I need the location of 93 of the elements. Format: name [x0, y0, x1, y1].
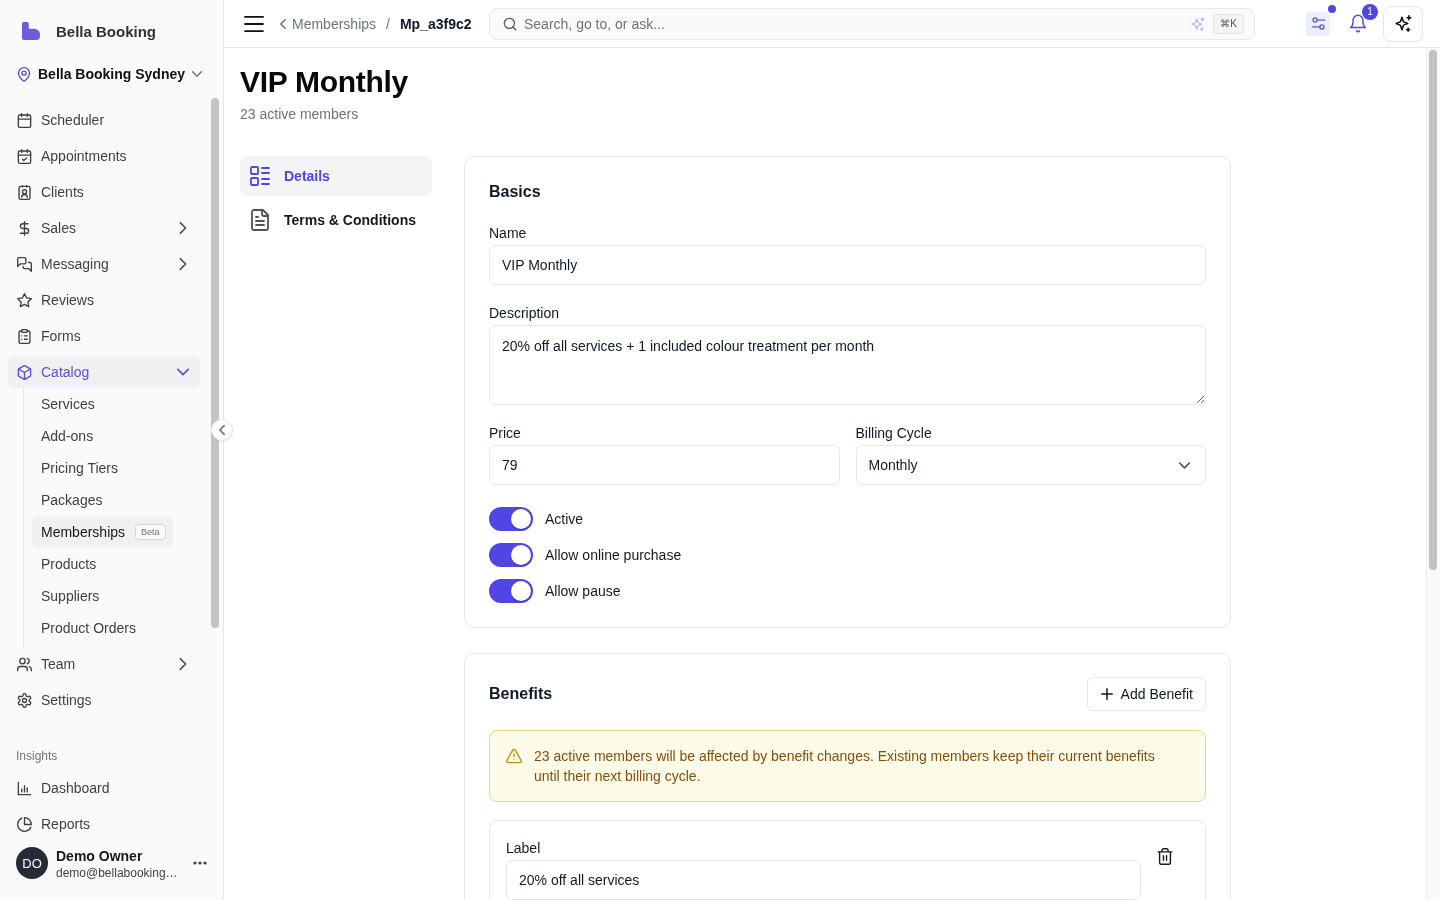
- toggle-switch[interactable]: [489, 507, 533, 531]
- collapse-sidebar-button[interactable]: [211, 419, 233, 441]
- toggle-label: Active: [545, 511, 584, 527]
- submenu-item[interactable]: Products: [32, 548, 104, 580]
- chat-bubbles-icon: [17, 256, 32, 272]
- benefit-label-field[interactable]: 20% off all services: [506, 860, 1141, 900]
- chevron-down-icon: [1179, 459, 1190, 471]
- scrollbar-thumb[interactable]: [1429, 50, 1437, 570]
- breadcrumb-current: Mp_a3f9c2: [399, 15, 472, 32]
- location-selector[interactable]: Bella Booking Sydney: [8, 56, 204, 92]
- notification-count: 1: [1362, 3, 1378, 20]
- nav-item[interactable]: Settings: [8, 684, 200, 716]
- menu-icon: [244, 15, 264, 32]
- description-field[interactable]: 20% off all services + 1 included colour treatment per month: [489, 325, 1206, 405]
- plus-icon: [1100, 688, 1113, 700]
- submenu-item[interactable]: Memberships Beta: [32, 516, 173, 548]
- toggle-switch[interactable]: [489, 543, 533, 567]
- nav-item[interactable]: Reviews: [8, 284, 200, 316]
- price-field[interactable]: 79: [489, 445, 840, 485]
- chevron-left-icon: [280, 18, 286, 29]
- breadcrumb-separator: /: [386, 15, 390, 32]
- toggle-label: Allow pause: [545, 583, 621, 599]
- submenu-item[interactable]: Suppliers: [32, 580, 107, 612]
- toggle-switch[interactable]: [489, 579, 533, 603]
- submenu-item[interactable]: Product Orders: [32, 612, 143, 644]
- nav-item[interactable]: Messaging: [8, 248, 200, 280]
- trash-icon: [1157, 848, 1173, 865]
- delete-benefit-button[interactable]: [1157, 848, 1173, 864]
- user-email: demo@bellabooking…: [56, 865, 178, 881]
- users-icon: [17, 656, 32, 672]
- search-icon: [503, 16, 517, 31]
- nav-item[interactable]: Clients: [8, 176, 200, 208]
- nav-item[interactable]: Scheduler: [8, 104, 200, 136]
- scrollbar-thumb[interactable]: [211, 98, 219, 628]
- submenu-item[interactable]: Packages: [32, 484, 110, 516]
- card-title: Basics: [489, 182, 541, 202]
- bell-icon: [1349, 14, 1367, 33]
- chevron-left-icon: [219, 425, 225, 435]
- user-name: Demo Owner: [56, 848, 143, 865]
- page-subtitle: 23 active members: [240, 105, 359, 124]
- details-list-icon: [249, 165, 271, 187]
- card-title: Benefits: [489, 684, 553, 704]
- brand-name: Bella Booking: [56, 22, 156, 40]
- submenu-item[interactable]: Services: [32, 388, 102, 420]
- field-label: Billing Cycle: [855, 424, 932, 443]
- side-tab[interactable]: Terms & Conditions: [240, 200, 432, 240]
- side-tab[interactable]: Details: [240, 156, 432, 196]
- box-icon: [17, 364, 32, 380]
- menu-button[interactable]: [244, 15, 264, 32]
- sparkles-icon: [1191, 16, 1205, 31]
- more-icon: [193, 861, 207, 865]
- page-title: VIP Monthly: [240, 64, 408, 100]
- nav-item[interactable]: Sales: [8, 212, 200, 244]
- nav-item[interactable]: Forms: [8, 320, 200, 352]
- warning-text: 23 active members will be affected by benefit changes. Existing members keep their current benefits until their next billing cycle.: [534, 747, 1156, 786]
- nav-item[interactable]: Dashboard: [8, 772, 200, 804]
- document-icon: [249, 209, 271, 231]
- nav-item[interactable]: Team: [8, 648, 200, 680]
- ai-assistant-button[interactable]: [1383, 5, 1423, 42]
- field-label: Name: [489, 224, 527, 243]
- dollar-icon: [17, 220, 32, 236]
- name-field[interactable]: VIP Monthly: [489, 245, 1206, 285]
- pie-chart-icon: [17, 816, 32, 832]
- nav-item[interactable]: Reports: [8, 808, 200, 840]
- settings-icon: [17, 692, 32, 708]
- user-avatar: DO: [16, 847, 48, 879]
- add-benefit-button[interactable]: Add Benefit: [1086, 677, 1206, 711]
- section-heading: Insights: [15, 748, 59, 764]
- field-label: Description: [489, 304, 560, 323]
- contact-card-icon: [17, 184, 32, 200]
- star-icon: [17, 292, 32, 308]
- nav-item[interactable]: Appointments: [8, 140, 200, 172]
- field-label: Label: [506, 839, 541, 858]
- map-pin-icon: [17, 66, 31, 82]
- calendar-check-icon: [17, 148, 32, 164]
- sparkles-icon: [1394, 15, 1412, 32]
- billing-cycle-select[interactable]: Monthly: [855, 445, 1206, 485]
- field-label: Price: [489, 424, 521, 443]
- nav-item[interactable]: Catalog: [8, 356, 200, 388]
- bar-chart-icon: [17, 780, 32, 796]
- submenu-item[interactable]: Add-ons: [32, 420, 101, 452]
- sliders-icon: [1310, 16, 1326, 31]
- breadcrumb-link[interactable]: Memberships: [280, 15, 377, 32]
- more-button[interactable]: [193, 861, 207, 865]
- submenu-item[interactable]: Pricing Tiers: [32, 452, 126, 484]
- beta-tag: Beta: [135, 524, 166, 540]
- calendar-icon: [17, 112, 32, 128]
- keyboard-shortcut: ⌘K: [1213, 13, 1244, 34]
- warning-icon: [506, 748, 522, 764]
- chevron-down-icon: [192, 69, 203, 79]
- toggle-label: Allow online purchase: [545, 547, 682, 563]
- clipboard-icon: [17, 328, 32, 344]
- logo-icon: [22, 22, 40, 40]
